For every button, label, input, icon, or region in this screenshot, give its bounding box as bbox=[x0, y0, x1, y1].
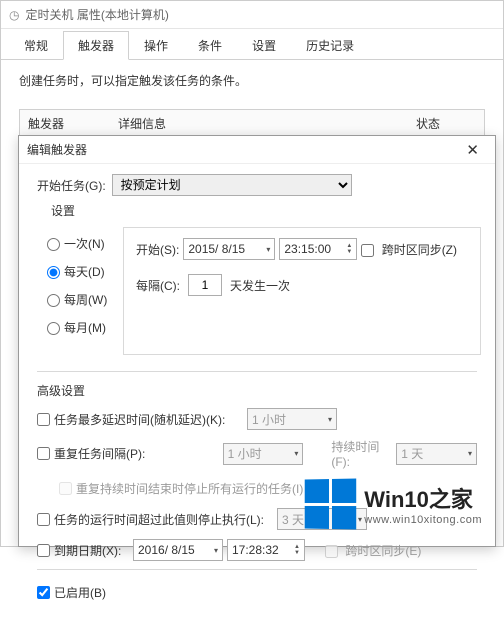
radio-once-input[interactable] bbox=[47, 238, 60, 251]
tab-general[interactable]: 常规 bbox=[9, 31, 63, 60]
modal-titlebar: 编辑触发器 ✕ bbox=[19, 136, 495, 164]
stop-after-combo[interactable]: 3 天 ▾ bbox=[277, 508, 367, 530]
recur-label: 每隔(C): bbox=[136, 277, 180, 294]
tab-conditions[interactable]: 条件 bbox=[183, 31, 237, 60]
expire-sync-label: 跨时区同步(E) bbox=[325, 542, 421, 559]
tab-actions[interactable]: 操作 bbox=[129, 31, 183, 60]
repeat-checkbox[interactable] bbox=[37, 447, 50, 460]
duration-combo[interactable]: 1 天 ▾ bbox=[396, 443, 477, 465]
radio-weekly[interactable]: 每周(W) bbox=[47, 291, 119, 308]
stop-on-end-row: 重复持续时间结束时停止所有运行的任务(I) bbox=[37, 476, 477, 500]
delay-combo[interactable]: 1 小时 ▾ bbox=[247, 408, 337, 430]
expire-checkbox-label[interactable]: 到期日期(X): bbox=[37, 542, 133, 559]
tab-triggers[interactable]: 触发器 bbox=[63, 31, 129, 60]
repeat-combo[interactable]: 1 小时 ▾ bbox=[223, 443, 304, 465]
enabled-checkbox[interactable] bbox=[37, 586, 50, 599]
radio-daily-input[interactable] bbox=[47, 266, 60, 279]
schedule-box: 一次(N) 每天(D) 每周(W) 每月(M) 开始(S): 2015/ 8/1… bbox=[33, 227, 481, 355]
enabled-row: 已启用(B) bbox=[37, 580, 477, 604]
expire-checkbox[interactable] bbox=[37, 544, 50, 557]
begin-task-select[interactable]: 按预定计划 bbox=[112, 174, 352, 196]
radio-once[interactable]: 一次(N) bbox=[47, 235, 119, 252]
radio-monthly[interactable]: 每月(M) bbox=[47, 319, 119, 336]
header-status[interactable]: 状态 bbox=[416, 115, 476, 132]
table-header-row: 触发器 详细信息 状态 bbox=[20, 110, 484, 138]
time-spinner[interactable]: ▲▼ bbox=[294, 544, 300, 556]
expire-date-picker[interactable]: 2016/ 8/15 ▾ bbox=[133, 539, 223, 561]
divider bbox=[37, 371, 477, 372]
stop-after-label[interactable]: 任务的运行时间超过此值则停止执行(L): bbox=[37, 511, 277, 528]
instruction-text: 创建任务时，可以指定触发该任务的条件。 bbox=[19, 72, 485, 89]
close-button[interactable]: ✕ bbox=[458, 139, 487, 161]
radio-weekly-input[interactable] bbox=[47, 294, 60, 307]
recur-suffix: 天发生一次 bbox=[230, 277, 290, 294]
delay-checkbox-label[interactable]: 任务最多延迟时间(随机延迟)(K): bbox=[37, 411, 247, 428]
header-trigger[interactable]: 触发器 bbox=[28, 115, 118, 132]
modal-title: 编辑触发器 bbox=[27, 141, 87, 158]
radio-monthly-input[interactable] bbox=[47, 322, 60, 335]
advanced-label: 高级设置 bbox=[37, 382, 477, 399]
expire-time-picker[interactable]: 17:28:32 ▲▼ bbox=[227, 539, 305, 561]
delay-row: 任务最多延迟时间(随机延迟)(K): 1 小时 ▾ bbox=[37, 407, 477, 431]
frequency-radios: 一次(N) 每天(D) 每周(W) 每月(M) bbox=[33, 227, 123, 355]
tab-history[interactable]: 历史记录 bbox=[291, 31, 369, 60]
radio-daily[interactable]: 每天(D) bbox=[47, 263, 119, 280]
settings-label: 设置 bbox=[51, 202, 477, 219]
repeat-row: 重复任务间隔(P): 1 小时 ▾ 持续时间(F): 1 天 ▾ bbox=[37, 438, 477, 469]
header-detail[interactable]: 详细信息 bbox=[118, 115, 416, 132]
enabled-checkbox-label[interactable]: 已启用(B) bbox=[37, 584, 247, 601]
stop-after-checkbox[interactable] bbox=[37, 513, 50, 526]
begin-task-label: 开始任务(G): bbox=[37, 177, 106, 194]
tab-bar: 常规 触发器 操作 条件 设置 历史记录 bbox=[1, 29, 503, 60]
recur-days-input[interactable] bbox=[188, 274, 222, 296]
clock-icon: ◷ bbox=[9, 8, 19, 22]
parent-titlebar: ◷ 定时关机 属性(本地计算机) bbox=[1, 1, 503, 29]
chevron-down-icon: ▾ bbox=[468, 449, 472, 458]
date-dropdown-icon[interactable]: ▾ bbox=[266, 245, 270, 254]
repeat-checkbox-label[interactable]: 重复任务间隔(P): bbox=[37, 445, 223, 462]
recur-row: 每隔(C): 天发生一次 bbox=[136, 274, 468, 296]
sync-tz-label[interactable]: 跨时区同步(Z) bbox=[361, 241, 457, 258]
schedule-detail-box: 开始(S): 2015/ 8/15 ▾ 23:15:00 ▲▼ 跨时区同步(Z) bbox=[123, 227, 481, 355]
sync-tz-checkbox[interactable] bbox=[361, 244, 374, 257]
modal-body: 开始任务(G): 按预定计划 设置 一次(N) 每天(D) 每周(W) 每月(M… bbox=[19, 164, 495, 621]
parent-title: 定时关机 属性(本地计算机) bbox=[25, 6, 168, 23]
chevron-down-icon: ▾ bbox=[294, 449, 298, 458]
stop-after-row: 任务的运行时间超过此值则停止执行(L): 3 天 ▾ bbox=[37, 507, 477, 531]
start-time-picker[interactable]: 23:15:00 ▲▼ bbox=[279, 238, 357, 260]
expire-row: 到期日期(X): 2016/ 8/15 ▾ 17:28:32 ▲▼ 跨时区同步(… bbox=[37, 538, 477, 562]
time-spinner[interactable]: ▲▼ bbox=[346, 243, 352, 255]
start-label: 开始(S): bbox=[136, 241, 179, 258]
start-row: 开始(S): 2015/ 8/15 ▾ 23:15:00 ▲▼ 跨时区同步(Z) bbox=[136, 238, 468, 260]
delay-checkbox[interactable] bbox=[37, 413, 50, 426]
divider2 bbox=[37, 569, 477, 570]
start-date-picker[interactable]: 2015/ 8/15 ▾ bbox=[183, 238, 275, 260]
chevron-down-icon: ▾ bbox=[328, 415, 332, 424]
stop-on-end-checkbox bbox=[59, 482, 72, 495]
begin-task-row: 开始任务(G): 按预定计划 bbox=[37, 174, 477, 196]
edit-trigger-dialog: 编辑触发器 ✕ 开始任务(G): 按预定计划 设置 一次(N) 每天(D) 每周… bbox=[18, 135, 496, 547]
stop-on-end-label: 重复持续时间结束时停止所有运行的任务(I) bbox=[37, 480, 303, 497]
tab-settings[interactable]: 设置 bbox=[237, 31, 291, 60]
duration-label: 持续时间(F): bbox=[331, 438, 390, 469]
chevron-down-icon: ▾ bbox=[358, 515, 362, 524]
